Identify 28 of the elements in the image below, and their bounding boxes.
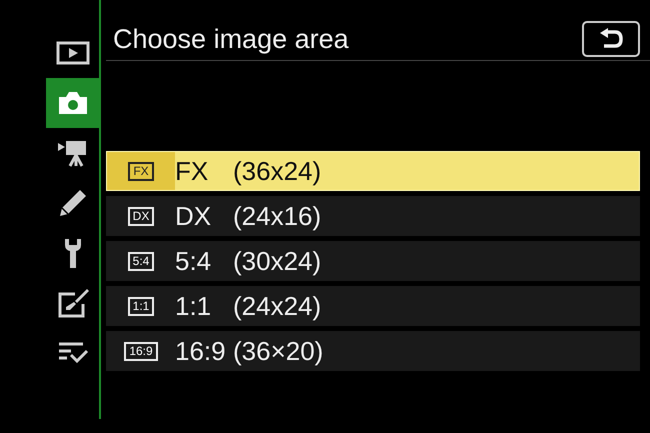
camera-icon (56, 90, 88, 116)
option-size: (36x24) (233, 156, 322, 186)
option-size: (24x24) (233, 290, 322, 322)
format-badge-icon: 16:9 (124, 342, 158, 360)
screen-title: Choose image area (113, 24, 349, 54)
menu-option[interactable]: DX DX (24x16) (106, 196, 640, 236)
pencil-icon (58, 188, 88, 218)
option-label: 5:4 (175, 246, 212, 276)
playback-icon (56, 41, 90, 65)
brush-icon (56, 288, 88, 318)
menu-option[interactable]: 16:9 16:9 (36×20) (106, 331, 640, 371)
back-icon (598, 28, 624, 50)
menu-option[interactable]: 5:4 5:4 (30x24) (106, 241, 640, 281)
option-size: (30x24) (233, 246, 322, 276)
checklist-icon (56, 341, 88, 365)
back-button[interactable] (582, 21, 640, 57)
format-badge-icon: 1:1 (128, 296, 154, 316)
format-badge-icon: DX (128, 206, 154, 226)
option-label: 1:1 (175, 290, 212, 322)
option-size: (36×20) (233, 336, 324, 366)
format-badge-icon: 5:4 (128, 252, 154, 270)
format-badge-icon: FX (128, 162, 154, 180)
menu-option[interactable]: 1:1 1:1 (24x24) (106, 286, 640, 326)
option-label: 16:9 (175, 336, 227, 366)
option-label: FX (175, 156, 210, 186)
option-size: (24x16) (233, 200, 322, 232)
option-label: DX (175, 200, 212, 232)
menu-option[interactable]: FX FX (36x24) (106, 151, 640, 191)
